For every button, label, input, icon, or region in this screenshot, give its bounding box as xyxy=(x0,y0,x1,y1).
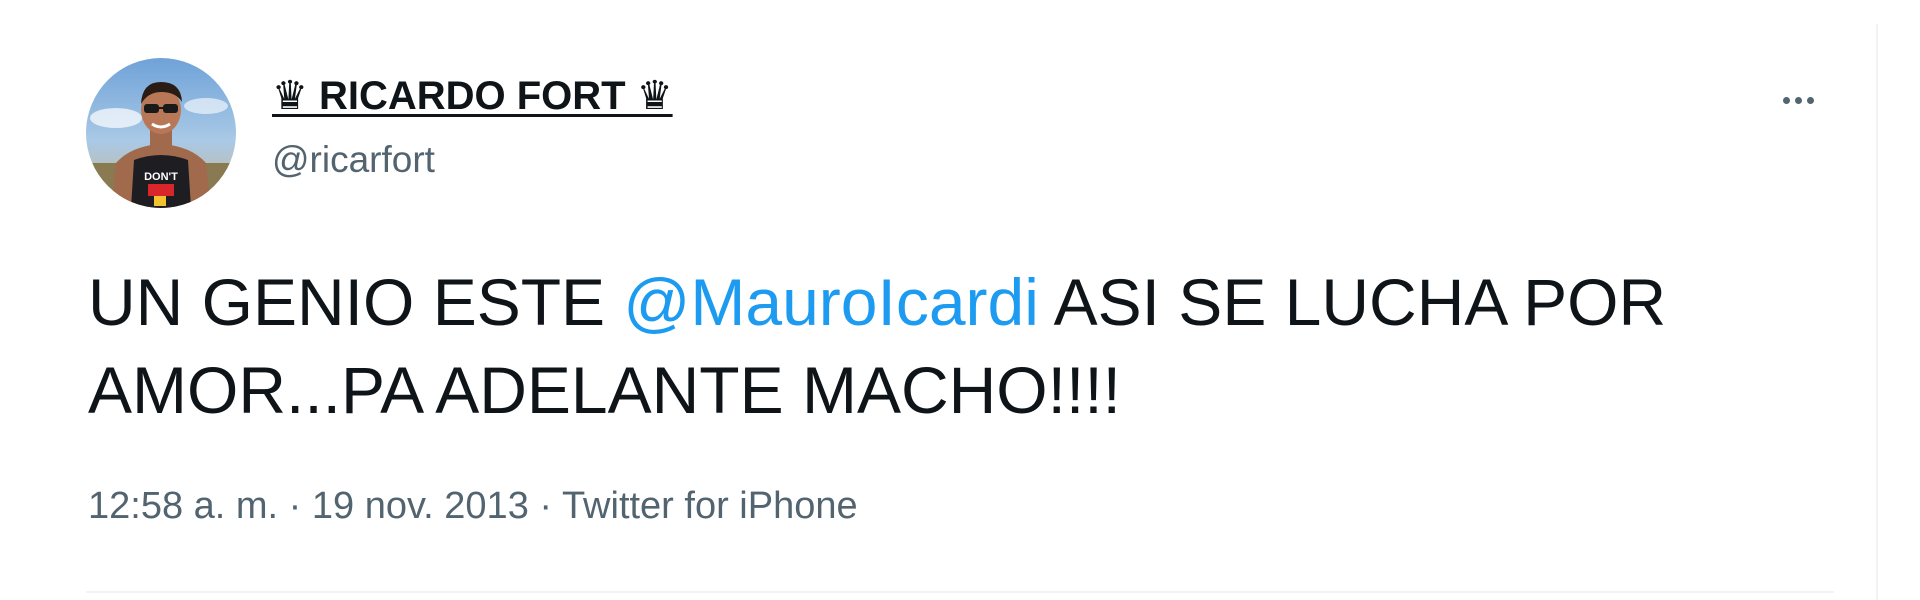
tweet-time[interactable]: 12:58 a. m. xyxy=(88,485,278,527)
svg-text:DON'T: DON'T xyxy=(144,171,178,183)
more-options-button[interactable] xyxy=(1770,76,1826,124)
tweet-text-line-1: UN GENIO ESTE @MauroIcardi ASI SE LUCHA … xyxy=(88,258,1848,346)
meta-separator: · xyxy=(528,485,562,527)
divider xyxy=(86,591,1834,593)
author-handle[interactable]: @ricarfort xyxy=(272,138,435,182)
tweet-date[interactable]: 19 nov. 2013 xyxy=(312,485,529,527)
avatar[interactable]: DON'T xyxy=(86,58,236,208)
mention-link[interactable]: @MauroIcardi xyxy=(623,265,1038,339)
tweet-text-line-2: AMOR...PA ADELANTE MACHO!!!! xyxy=(88,353,1121,427)
tweet-card: DON'T ♛ RICARDO FORT ♛ @ricarfort UN GEN… xyxy=(0,0,1920,600)
meta-separator: · xyxy=(278,485,312,527)
avatar-photo: DON'T xyxy=(86,58,236,208)
tweet-metadata: 12:58 a. m. · 19 nov. 2013 · Twitter for… xyxy=(88,482,858,530)
timeline-border xyxy=(1876,24,1878,600)
tweet-text-segment: ASI SE LUCHA POR xyxy=(1038,265,1667,339)
author-display-name[interactable]: ♛ RICARDO FORT ♛ xyxy=(272,72,673,120)
tweet-source[interactable]: Twitter for iPhone xyxy=(562,485,858,527)
more-horizontal-icon xyxy=(1782,96,1814,104)
tweet-text: UN GENIO ESTE @MauroIcardi ASI SE LUCHA … xyxy=(88,258,1848,434)
tweet-text-segment: UN GENIO ESTE xyxy=(88,265,624,339)
